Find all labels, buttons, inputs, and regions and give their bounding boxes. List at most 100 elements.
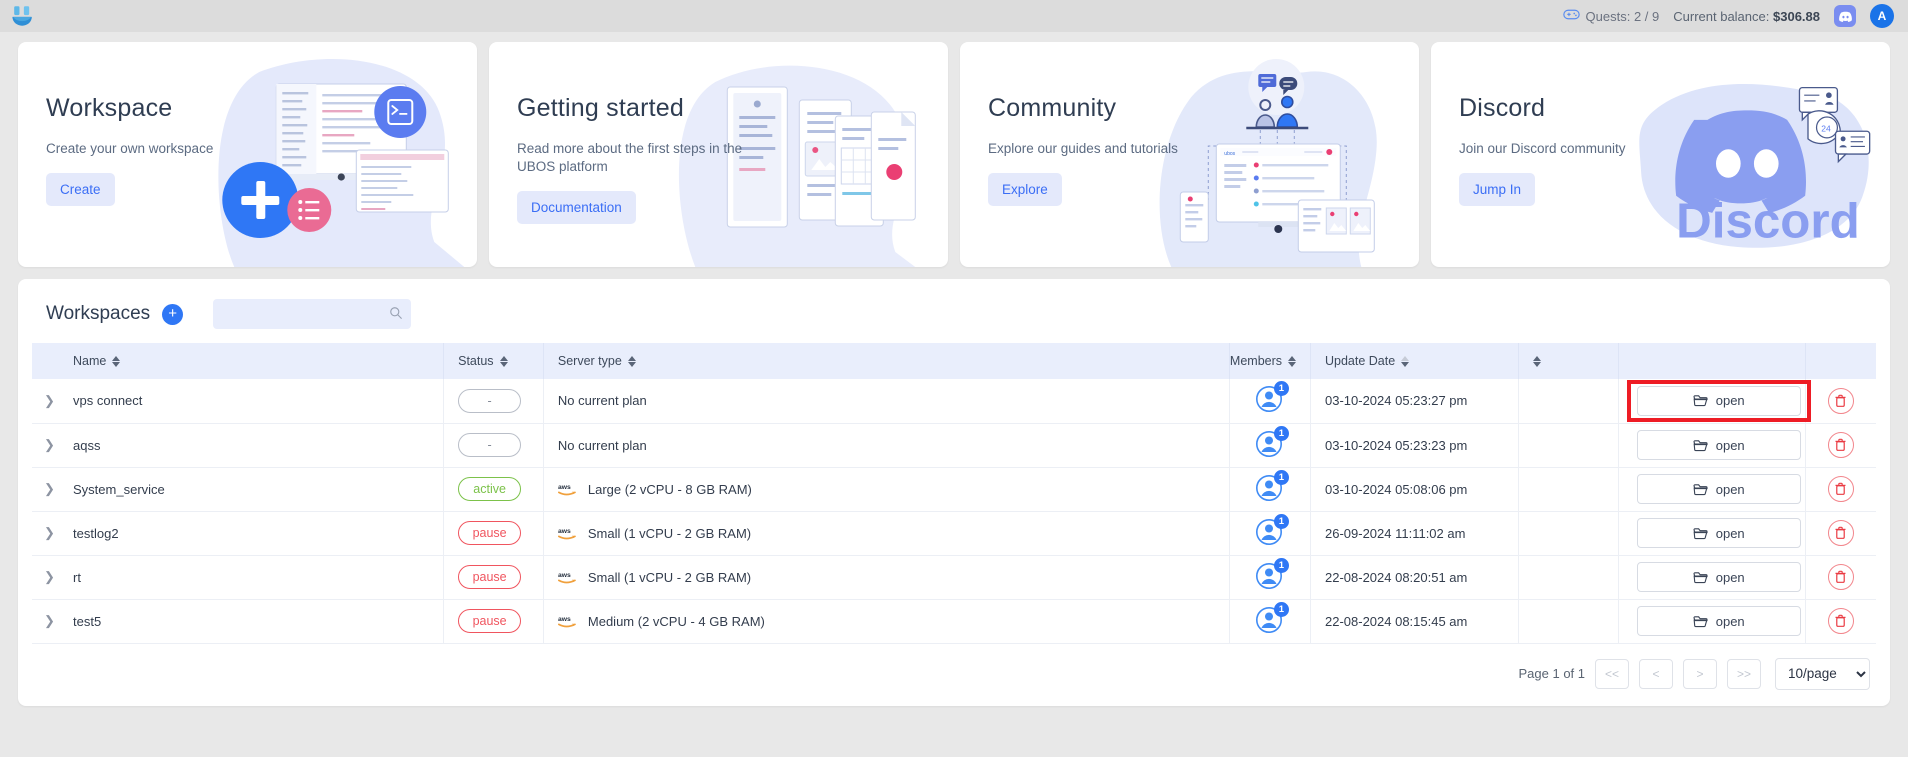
delete-workspace-button[interactable]	[1827, 432, 1854, 458]
cell-status: -	[443, 379, 544, 423]
cell-members[interactable]: 1	[1229, 423, 1311, 467]
cell-open: open	[1618, 467, 1806, 511]
trash-icon	[1835, 614, 1846, 627]
members-avatar[interactable]: 1	[1255, 469, 1289, 503]
members-avatar[interactable]: 1	[1255, 557, 1289, 591]
cell-members[interactable]: 1	[1229, 555, 1311, 599]
row-expand-cell[interactable]: ❯	[32, 379, 59, 423]
sort-icon-name[interactable]	[112, 355, 121, 367]
chevron-right-icon[interactable]: ❯	[44, 481, 55, 496]
row-expand-cell[interactable]: ❯	[32, 423, 59, 467]
chevron-right-icon[interactable]: ❯	[44, 437, 55, 452]
open-workspace-button[interactable]: open	[1636, 430, 1801, 460]
gamepad-icon	[1562, 8, 1580, 24]
delete-workspace-button[interactable]	[1827, 520, 1854, 546]
open-workspace-button[interactable]: open	[1636, 474, 1801, 504]
add-workspace-button[interactable]: +	[162, 303, 184, 325]
prev-page-button[interactable]: <	[1639, 658, 1673, 689]
table-row[interactable]: ❯ test5 pause aws Medium (2 vCPU - 4 GB …	[32, 599, 1876, 643]
open-workspace-button[interactable]: open	[1636, 562, 1801, 592]
cell-members[interactable]: 1	[1229, 599, 1311, 643]
delete-workspace-button[interactable]	[1827, 564, 1854, 590]
topbar-right-group: Quests: 2 / 9 Current balance: $306.88 A	[1562, 4, 1894, 28]
card-subtitle: Create your own workspace	[46, 141, 214, 156]
status-badge: pause	[458, 609, 522, 633]
jump-in-button[interactable]: Jump In	[1459, 173, 1536, 207]
th-update-date-label: Update Date	[1324, 354, 1396, 368]
cell-name: System_service	[59, 467, 445, 511]
chevron-right-icon[interactable]: ❯	[44, 525, 55, 540]
row-expand-cell[interactable]: ❯	[32, 511, 59, 555]
th-members[interactable]: Members	[1229, 343, 1311, 379]
delete-workspace-button[interactable]	[1827, 608, 1854, 634]
members-avatar[interactable]: 1	[1255, 513, 1289, 547]
open-workspace-button[interactable]: open	[1636, 606, 1801, 636]
sort-icon-extra[interactable]	[1532, 355, 1541, 367]
row-expand-cell[interactable]: ❯	[32, 467, 59, 511]
delete-workspace-button[interactable]	[1827, 387, 1854, 414]
last-page-button[interactable]: >>	[1727, 658, 1761, 689]
folder-icon	[1693, 527, 1708, 539]
explore-button[interactable]: Explore	[988, 173, 1062, 207]
table-row[interactable]: ❯ vps connect - No current plan 1 03-10-…	[32, 379, 1876, 423]
next-page-button[interactable]: >	[1683, 658, 1717, 689]
cell-delete	[1805, 555, 1876, 599]
search-input[interactable]	[213, 299, 412, 329]
table-row[interactable]: ❯ aqss - No current plan 1 03-10-2024 05…	[32, 423, 1876, 467]
table-row[interactable]: ❯ testlog2 pause aws Small (1 vCPU - 2 G…	[32, 511, 1876, 555]
discord-icon[interactable]	[1834, 5, 1856, 27]
aws-icon: aws	[557, 572, 576, 584]
open-workspace-button[interactable]: open	[1636, 385, 1801, 416]
cell-members[interactable]: 1	[1229, 467, 1311, 511]
ubos-smiley-logo-icon[interactable]	[6, 2, 40, 30]
quests-indicator[interactable]: Quests: 2 / 9	[1562, 8, 1659, 24]
delete-workspace-button[interactable]	[1827, 476, 1854, 502]
members-avatar[interactable]: 1	[1255, 601, 1289, 635]
cell-spacer	[1518, 423, 1619, 467]
card-getting-started: Getting started Read more about the firs…	[489, 42, 948, 267]
sort-icon-server-type[interactable]	[627, 355, 636, 367]
sort-icon-members[interactable]	[1288, 355, 1297, 367]
chevron-right-icon[interactable]: ❯	[44, 393, 55, 408]
status-badge: pause	[458, 565, 522, 589]
table-row[interactable]: ❯ System_service active aws Large (2 vCP…	[32, 467, 1876, 511]
cell-members[interactable]: 1	[1229, 511, 1311, 555]
cell-server-type: aws Small (1 vCPU - 2 GB RAM)	[543, 555, 1230, 599]
cell-open: open	[1618, 379, 1811, 423]
status-badge: -	[458, 433, 522, 457]
row-expand-cell[interactable]: ❯	[32, 555, 59, 599]
table-row[interactable]: ❯ rt pause aws Small (1 vCPU - 2 GB RAM)…	[32, 555, 1876, 599]
create-workspace-button[interactable]: Create	[46, 173, 115, 207]
row-expand-cell[interactable]: ❯	[32, 599, 59, 643]
first-page-button[interactable]: <<	[1595, 658, 1629, 689]
top-bar: Quests: 2 / 9 Current balance: $306.88 A	[0, 0, 1908, 32]
th-server-type[interactable]: Server type	[543, 343, 1230, 379]
th-update-date[interactable]: Update Date	[1310, 343, 1519, 379]
open-button-wrapper: open	[1633, 606, 1805, 636]
page-title: Workspaces	[46, 303, 151, 324]
avatar[interactable]: A	[1870, 4, 1894, 28]
chevron-right-icon[interactable]: ❯	[44, 613, 55, 628]
documentation-button[interactable]: Documentation	[517, 191, 636, 225]
card-community-text: Community Explore our guides and tutoria…	[960, 42, 1217, 207]
trash-icon	[1835, 526, 1846, 539]
cell-members[interactable]: 1	[1229, 379, 1311, 423]
workspaces-panel: Workspaces + Name Status Server type Mem…	[18, 279, 1890, 706]
th-status-label: Status	[458, 354, 494, 368]
card-subtitle: Explore our guides and tutorials	[988, 141, 1178, 156]
card-workspace-text: Workspace Create your own workspace Crea…	[18, 42, 275, 207]
sort-icon-status[interactable]	[499, 355, 508, 367]
th-name[interactable]: Name	[59, 343, 445, 379]
members-avatar[interactable]: 1	[1255, 381, 1289, 414]
search-container	[213, 299, 412, 329]
th-status[interactable]: Status	[443, 343, 544, 379]
page-size-select[interactable]: 10/page20/page50/page100/page	[1775, 657, 1870, 690]
cell-update-date: 03-10-2024 05:23:27 pm	[1310, 379, 1519, 423]
th-extra-sort[interactable]	[1518, 343, 1619, 379]
open-workspace-button[interactable]: open	[1636, 518, 1801, 548]
members-avatar[interactable]: 1	[1255, 425, 1289, 459]
sort-icon-update-date[interactable]	[1401, 355, 1410, 367]
chevron-right-icon[interactable]: ❯	[44, 569, 55, 584]
cell-status: -	[443, 423, 544, 467]
card-workspace: Workspace Create your own workspace Crea…	[18, 42, 477, 267]
